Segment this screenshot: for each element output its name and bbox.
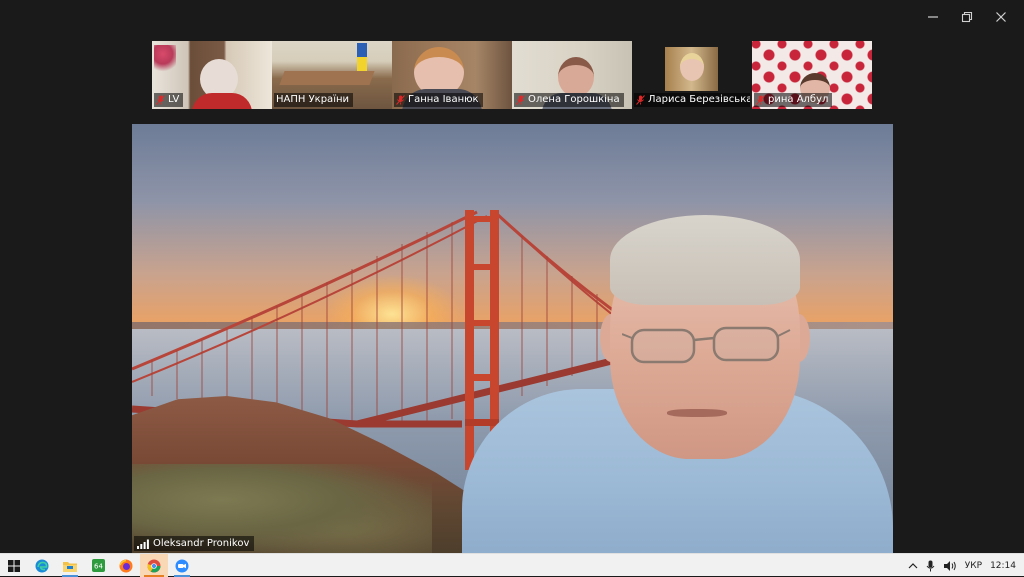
tray-volume[interactable] <box>939 554 961 577</box>
app-64-icon: 64 <box>91 559 105 572</box>
restore-button[interactable] <box>950 6 984 28</box>
participant-name-tag: LV <box>154 93 184 107</box>
chrome-icon <box>147 559 161 572</box>
windows-taskbar: 64 УКР 12:14 <box>0 553 1024 577</box>
conference-table <box>279 71 375 85</box>
speaker-glasses <box>622 326 791 364</box>
speaker-name: Oleksandr Pronikov <box>153 538 250 549</box>
mic-muted-icon <box>396 95 405 105</box>
speaker-name-tag: Oleksandr Pronikov <box>134 536 255 551</box>
folder-icon <box>63 561 77 572</box>
taskbar-chrome[interactable] <box>140 554 168 577</box>
participant-strip: LV НАПН України Ганна Іванюк Олена Горош… <box>152 41 872 109</box>
mic-muted-icon <box>516 95 525 105</box>
tray-microphone[interactable] <box>922 554 939 577</box>
chevron-up-icon <box>908 562 918 568</box>
flag-decor <box>357 43 367 71</box>
speaker-hair <box>610 215 800 305</box>
restore-icon <box>961 11 973 23</box>
edge-icon <box>35 559 49 572</box>
svg-text:64: 64 <box>94 563 103 571</box>
speaker-mouth <box>667 409 727 417</box>
active-speaker-video[interactable]: Oleksandr Pronikov <box>132 124 893 553</box>
participant-name: Лариса Березівська <box>648 94 750 105</box>
participant-name-tag: НАПН України <box>274 93 354 107</box>
close-icon <box>996 12 1006 22</box>
windows-logo-icon <box>8 559 20 572</box>
mic-muted-icon <box>636 95 645 105</box>
taskbar-edge[interactable] <box>28 554 56 577</box>
participant-name: Олена Горошкіна <box>528 94 620 105</box>
participant-face <box>680 53 704 81</box>
participant-tile[interactable]: Олена Горошкіна <box>512 41 632 109</box>
zoom-window: LV НАПН України Ганна Іванюк Олена Горош… <box>0 0 1024 553</box>
mic-muted-icon <box>756 95 765 105</box>
firefox-icon <box>119 559 133 572</box>
speaker-person <box>462 215 893 553</box>
minimize-icon <box>928 16 938 18</box>
participant-name: LV <box>168 94 180 105</box>
participant-tile[interactable]: рина Албул <box>752 41 872 109</box>
participant-name-tag: Ганна Іванюк <box>394 93 483 107</box>
minimize-button[interactable] <box>916 6 950 28</box>
taskbar-firefox[interactable] <box>112 554 140 577</box>
participant-body <box>192 93 252 109</box>
taskbar-clock[interactable]: 12:14 <box>986 554 1024 577</box>
participant-name: НАПН України <box>276 94 350 105</box>
speaker-volume-icon <box>943 560 956 571</box>
taskbar-zoom[interactable] <box>168 554 196 577</box>
participant-tile[interactable]: Ганна Іванюк <box>392 41 512 109</box>
start-button[interactable] <box>0 554 28 577</box>
close-button[interactable] <box>984 6 1018 28</box>
microphone-icon <box>926 560 935 571</box>
window-controls <box>916 6 1018 28</box>
flowers-decor <box>154 45 176 75</box>
show-hidden-icons-button[interactable] <box>904 554 922 577</box>
participant-name: Ганна Іванюк <box>408 94 479 105</box>
participant-name-tag: Олена Горошкіна <box>514 93 624 107</box>
taskbar-app-64[interactable]: 64 <box>84 554 112 577</box>
participant-name-tag: Лариса Березівська <box>634 93 750 107</box>
participant-tile[interactable]: Лариса Березівська <box>632 41 752 109</box>
zoom-icon <box>175 559 189 572</box>
system-tray: УКР 12:14 <box>904 554 1024 577</box>
participant-name: рина Албул <box>768 94 829 105</box>
participant-face <box>558 57 594 97</box>
connection-signal-icon <box>137 539 149 549</box>
taskbar-file-explorer[interactable] <box>56 554 84 577</box>
participant-tile[interactable]: LV <box>152 41 272 109</box>
mic-muted-icon <box>156 95 165 105</box>
participant-name-tag: рина Албул <box>754 93 833 107</box>
participant-tile[interactable]: НАПН України <box>272 41 392 109</box>
input-language-indicator[interactable]: УКР <box>961 554 986 577</box>
